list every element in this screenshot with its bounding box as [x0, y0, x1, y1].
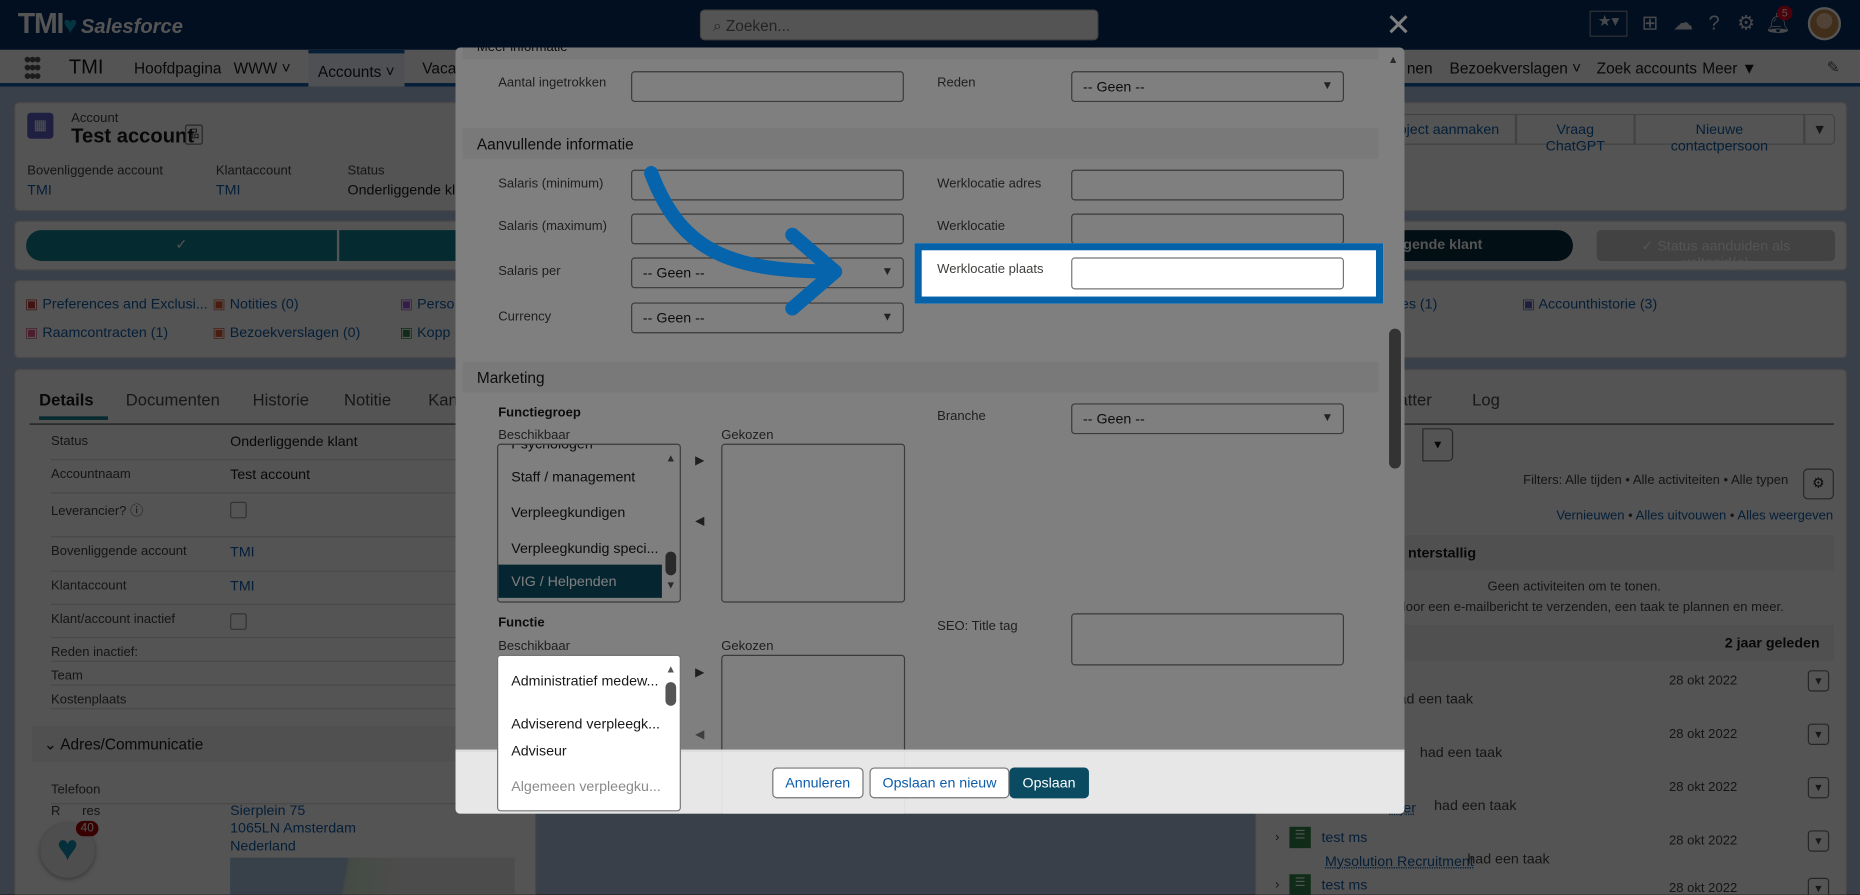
cancel-button[interactable]: Annuleren: [772, 767, 864, 799]
scroll-up-icon[interactable]: ▲: [666, 663, 677, 675]
screen: TMI♥Salesforce ⌕ Zoeken... ★▾ ⊞ ☁ ? ⚙ 🔔︎…: [0, 0, 1860, 895]
list-option[interactable]: Administratief medew...: [498, 664, 662, 697]
list-option[interactable]: Adviseur: [498, 734, 662, 767]
save-button[interactable]: Opslaan: [1009, 767, 1089, 799]
functie-available-list[interactable]: Administratief medew... Adviserend verpl…: [497, 654, 681, 812]
list-option[interactable]: Algemeen verpleegku...: [498, 770, 662, 803]
listbox-scrollbar[interactable]: [665, 682, 677, 706]
arrow-curve: [644, 166, 838, 279]
move-left-icon[interactable]: ◀: [695, 728, 704, 741]
save-and-new-button[interactable]: Opslaan en nieuw: [869, 767, 1010, 799]
